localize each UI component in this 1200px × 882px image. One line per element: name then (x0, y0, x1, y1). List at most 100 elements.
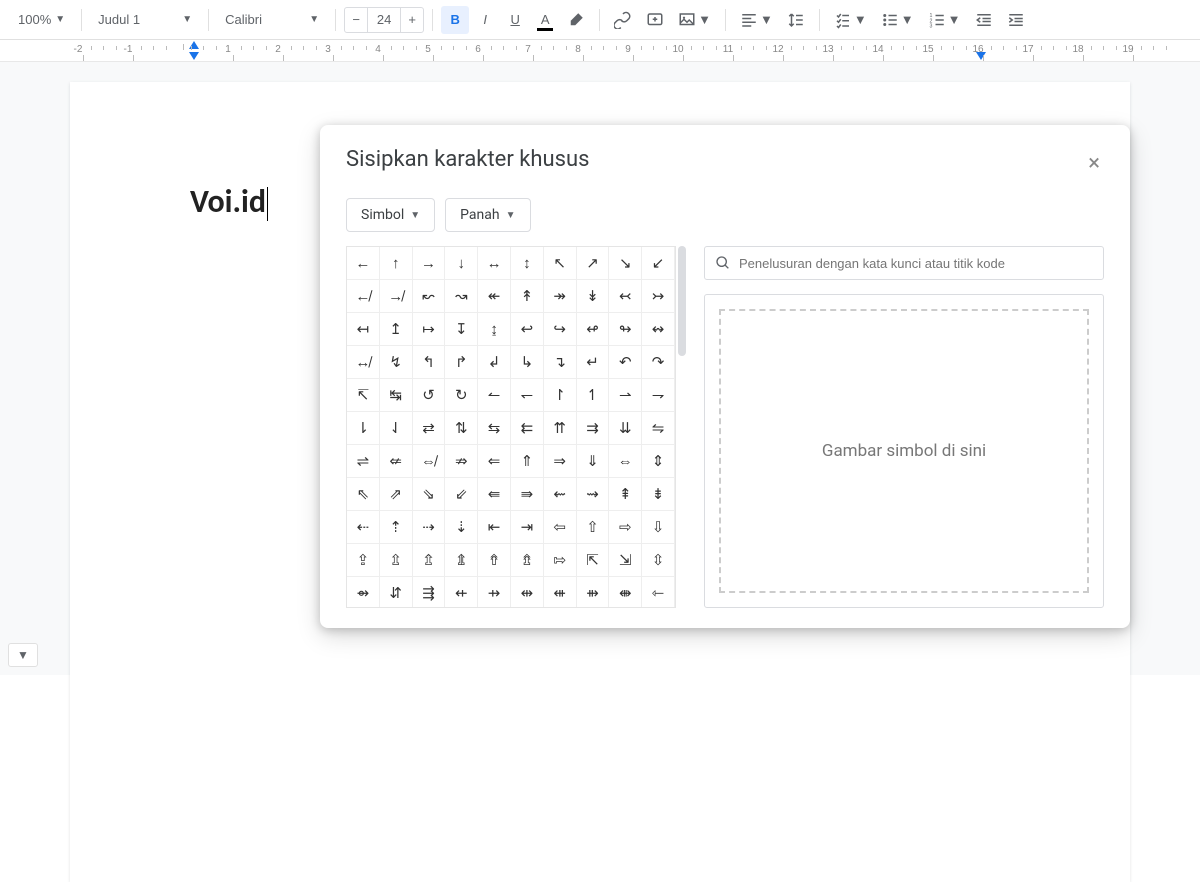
close-button[interactable]: × (1084, 147, 1104, 180)
character-cell[interactable]: ⇎ (413, 445, 446, 478)
checklist-button[interactable]: ▼ (828, 6, 873, 34)
bulleted-list-button[interactable]: ▼ (875, 6, 920, 34)
character-cell[interactable]: ⇬ (413, 544, 446, 577)
character-cell[interactable]: ↠ (544, 280, 577, 313)
character-cell[interactable]: ↫ (577, 313, 610, 346)
add-comment-button[interactable] (640, 6, 670, 34)
character-cell[interactable]: ↿ (577, 379, 610, 412)
character-cell[interactable]: ⇔ (609, 445, 642, 478)
draw-symbol-box[interactable]: Gambar simbol di sini (704, 294, 1104, 608)
character-cell[interactable]: ↔ (478, 247, 511, 280)
character-cell[interactable]: ⇤ (478, 511, 511, 544)
character-cell[interactable]: ↲ (478, 346, 511, 379)
character-cell[interactable]: ← (347, 247, 380, 280)
character-cell[interactable]: ⇊ (609, 412, 642, 445)
scrollbar-thumb[interactable] (678, 246, 686, 356)
text-color-button[interactable]: A (531, 6, 559, 34)
character-cell[interactable]: ⇗ (380, 478, 413, 511)
character-cell[interactable]: ↺ (413, 379, 446, 412)
character-cell[interactable]: ⇲ (609, 544, 642, 577)
character-cell[interactable]: ↭ (642, 313, 675, 346)
character-cell[interactable]: ↣ (642, 280, 675, 313)
character-cell[interactable]: ⇰ (544, 544, 577, 577)
character-cell[interactable]: ⇴ (347, 577, 380, 608)
character-cell[interactable]: ⇶ (413, 577, 446, 608)
character-cell[interactable]: ↨ (478, 313, 511, 346)
character-cell[interactable]: ⇩ (642, 511, 675, 544)
character-cell[interactable]: ↩ (511, 313, 544, 346)
character-cell[interactable]: ↪ (544, 313, 577, 346)
character-cell[interactable]: ↝ (445, 280, 478, 313)
character-cell[interactable]: ⇛ (511, 478, 544, 511)
character-cell[interactable]: ⇇ (511, 412, 544, 445)
character-cell[interactable]: ↸ (347, 379, 380, 412)
character-cell[interactable]: ↙ (642, 247, 675, 280)
character-cell[interactable]: ⇆ (478, 412, 511, 445)
character-cell[interactable]: ⇃ (380, 412, 413, 445)
underline-button[interactable]: U (501, 6, 529, 34)
character-cell[interactable]: ⇦ (544, 511, 577, 544)
character-cell[interactable]: ⇈ (544, 412, 577, 445)
italic-button[interactable]: I (471, 6, 499, 34)
character-cell[interactable]: ↷ (642, 346, 675, 379)
character-cell[interactable]: ⇱ (577, 544, 610, 577)
character-cell[interactable]: ↱ (445, 346, 478, 379)
insert-image-button[interactable]: ▼ (672, 6, 717, 34)
font-family-dropdown[interactable]: Calibri ▼ (217, 6, 327, 34)
character-cell[interactable]: ⇐ (478, 445, 511, 478)
character-cell[interactable]: ⇘ (413, 478, 446, 511)
subcategory-dropdown[interactable]: Panah ▼ (445, 198, 530, 232)
increase-indent-button[interactable] (1001, 6, 1031, 34)
character-cell[interactable]: ↯ (380, 346, 413, 379)
character-cell[interactable]: ↢ (609, 280, 642, 313)
character-cell[interactable]: ⇄ (413, 412, 446, 445)
character-cell[interactable]: ⇸ (478, 577, 511, 608)
character-cell[interactable]: ⇻ (577, 577, 610, 608)
font-size-value[interactable]: 24 (367, 8, 401, 32)
character-cell[interactable]: ↬ (609, 313, 642, 346)
character-cell[interactable]: ↗ (577, 247, 610, 280)
character-cell[interactable]: ⇝ (577, 478, 610, 511)
font-size-decrease[interactable]: − (345, 12, 367, 27)
zoom-dropdown[interactable]: 100% ▼ (10, 6, 73, 34)
character-cell[interactable]: ↹ (380, 379, 413, 412)
align-button[interactable]: ▼ (734, 6, 779, 34)
character-cell[interactable]: ↡ (577, 280, 610, 313)
character-cell[interactable]: ⇯ (511, 544, 544, 577)
character-cell[interactable]: ⇚ (478, 478, 511, 511)
character-cell[interactable]: ↓ (445, 247, 478, 280)
character-cell[interactable]: ↾ (544, 379, 577, 412)
highlight-button[interactable] (561, 6, 591, 34)
character-cell[interactable]: ↰ (413, 346, 446, 379)
character-cell[interactable]: ⇅ (445, 412, 478, 445)
character-cell[interactable]: ⇏ (445, 445, 478, 478)
character-cell[interactable]: ⇡ (380, 511, 413, 544)
character-cell[interactable]: ↘ (609, 247, 642, 280)
character-cell[interactable]: ⇙ (445, 478, 478, 511)
character-cell[interactable]: ⇞ (609, 478, 642, 511)
character-cell[interactable]: ⇷ (445, 577, 478, 608)
character-cell[interactable]: ⇽ (642, 577, 675, 608)
font-size-increase[interactable]: + (401, 12, 423, 27)
character-cell[interactable]: ↵ (577, 346, 610, 379)
character-cell[interactable]: ⇼ (609, 577, 642, 608)
character-cell[interactable]: ⇠ (347, 511, 380, 544)
character-cell[interactable]: ⇖ (347, 478, 380, 511)
character-cell[interactable]: ⇑ (511, 445, 544, 478)
bold-button[interactable]: B (441, 6, 469, 34)
character-cell[interactable]: ⇜ (544, 478, 577, 511)
character-cell[interactable]: ⇂ (347, 412, 380, 445)
character-cell[interactable]: ⇵ (380, 577, 413, 608)
character-cell[interactable]: ⇒ (544, 445, 577, 478)
character-cell[interactable]: ↖ (544, 247, 577, 280)
character-cell[interactable]: ⇉ (577, 412, 610, 445)
character-cell[interactable]: ⇭ (445, 544, 478, 577)
character-cell[interactable]: ↴ (544, 346, 577, 379)
character-cell[interactable]: ↦ (413, 313, 446, 346)
character-cell[interactable]: ⇨ (609, 511, 642, 544)
line-spacing-button[interactable] (781, 6, 811, 34)
character-cell[interactable]: ⇋ (642, 412, 675, 445)
character-cell[interactable]: ↥ (380, 313, 413, 346)
character-cell[interactable]: ↻ (445, 379, 478, 412)
character-cell[interactable]: ⇹ (511, 577, 544, 608)
